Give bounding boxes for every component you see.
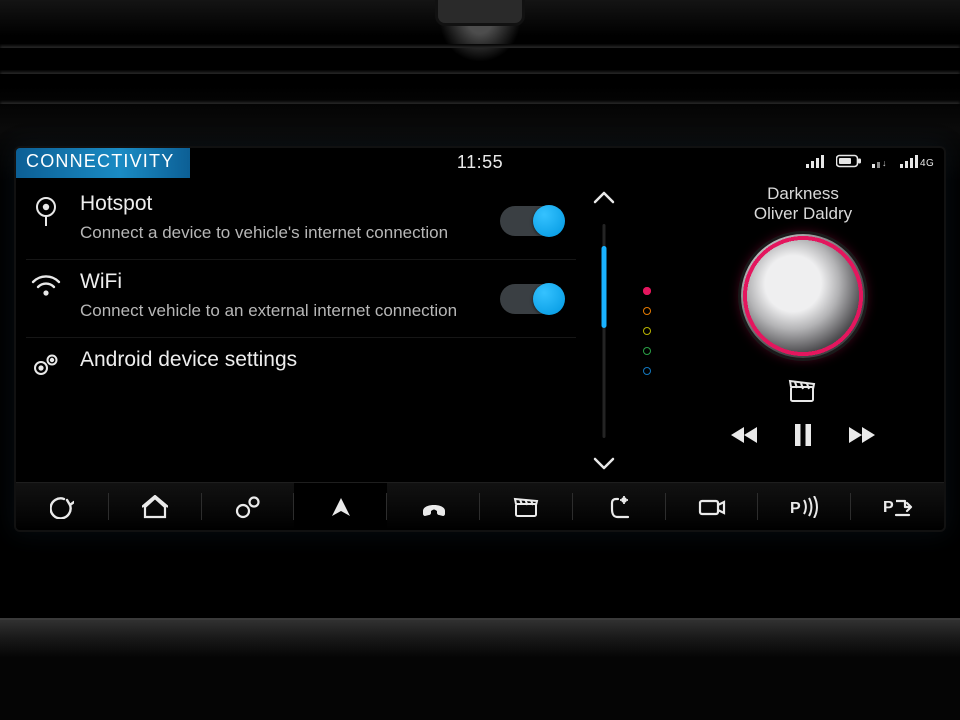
page-indicator[interactable] <box>632 180 662 482</box>
nav-media[interactable] <box>480 483 573 530</box>
page-title: CONNECTIVITY <box>16 148 190 178</box>
nav-seat-climate[interactable] <box>573 483 666 530</box>
album-art[interactable] <box>741 234 865 358</box>
scroll-up-button[interactable] <box>593 190 615 209</box>
page-dot[interactable] <box>643 287 651 295</box>
nav-camera[interactable] <box>666 483 759 530</box>
settings-row-hotspot[interactable]: Hotspot Connect a device to vehicle's in… <box>26 182 576 260</box>
pause-icon[interactable] <box>793 423 813 447</box>
media-icon <box>513 496 539 518</box>
bezel-line <box>0 70 960 74</box>
settings-row-wifi[interactable]: WiFi Connect vehicle to an external inte… <box>26 260 576 338</box>
dash-trim <box>0 618 960 658</box>
wifi-icon <box>26 270 66 298</box>
cellular-icon <box>806 154 826 168</box>
nav-navigation[interactable] <box>294 483 387 530</box>
clapper-icon[interactable] <box>788 378 818 409</box>
status-bar: CONNECTIVITY 11:55 ↓ <box>16 148 944 180</box>
nav-settings[interactable] <box>202 483 295 530</box>
gears-icon <box>26 348 66 378</box>
settings-row-title: Android device settings <box>80 348 576 372</box>
bottom-nav: P P <box>16 482 944 530</box>
clock: 11:55 <box>457 152 503 173</box>
settings-row-subtitle: Connect a device to vehicle's internet c… <box>80 222 460 245</box>
navigate-icon <box>329 495 353 519</box>
nav-phone[interactable] <box>387 483 480 530</box>
phone-icon <box>420 497 448 517</box>
scroll-column <box>576 180 632 482</box>
track-name: Darkness <box>767 184 839 204</box>
status-tray: ↓ 4G <box>806 154 934 168</box>
settings-list: Hotspot Connect a device to vehicle's in… <box>16 180 576 482</box>
park-sensor-icon: P <box>788 496 822 518</box>
settings-icon <box>234 495 262 519</box>
nav-home[interactable] <box>109 483 202 530</box>
nav-park-sensor[interactable]: P <box>758 483 851 530</box>
seat-climate-icon <box>604 495 634 519</box>
camera-notch <box>435 0 525 26</box>
home-icon <box>142 495 168 519</box>
media-controls <box>731 423 875 447</box>
camera-icon <box>698 497 726 517</box>
media-panel: Darkness Oliver Daldry <box>662 180 944 482</box>
page-dot[interactable] <box>643 327 651 335</box>
signal-4g-icon: 4G <box>900 154 934 168</box>
settings-row-subtitle: Connect vehicle to an external internet … <box>80 300 460 323</box>
dash-lower <box>0 658 960 720</box>
nav-park-assist[interactable]: P <box>851 483 944 530</box>
track-artist: Oliver Daldry <box>754 204 852 224</box>
svg-text:P: P <box>790 500 801 517</box>
back-icon <box>50 495 74 519</box>
bezel-line <box>0 100 960 104</box>
bezel-line <box>0 44 960 48</box>
battery-icon <box>836 154 862 168</box>
content-area: Hotspot Connect a device to vehicle's in… <box>16 180 944 482</box>
svg-text:P: P <box>883 499 894 516</box>
scroll-down-button[interactable] <box>593 457 615 476</box>
svg-text:↓: ↓ <box>882 158 887 168</box>
scroll-thumb[interactable] <box>602 246 607 328</box>
dashboard-background: CONNECTIVITY 11:55 ↓ <box>0 0 960 720</box>
page-dot[interactable] <box>643 367 651 375</box>
infotainment-screen: CONNECTIVITY 11:55 ↓ <box>16 148 944 530</box>
scroll-track[interactable] <box>603 224 606 438</box>
page-dot[interactable] <box>643 347 651 355</box>
wifi-toggle[interactable] <box>500 284 564 314</box>
hotspot-toggle[interactable] <box>500 206 564 236</box>
signal-2-icon: ↓ <box>872 154 890 168</box>
signal-4g-label: 4G <box>920 158 934 168</box>
park-assist-icon: P <box>881 495 915 519</box>
prev-icon[interactable] <box>731 425 759 445</box>
settings-row-android[interactable]: Android device settings <box>26 338 576 384</box>
page-dot[interactable] <box>643 307 651 315</box>
nav-back[interactable] <box>16 483 109 530</box>
next-icon[interactable] <box>847 425 875 445</box>
hotspot-icon <box>26 192 66 226</box>
